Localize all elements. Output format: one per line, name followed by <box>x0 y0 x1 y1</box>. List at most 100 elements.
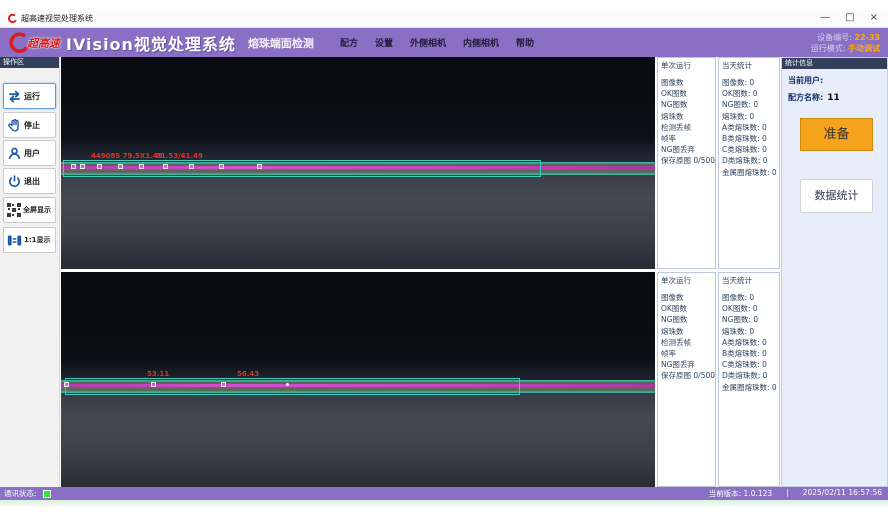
stat-row: NG图数: 0 <box>722 99 779 110</box>
bead-marker <box>139 164 144 169</box>
single-run-title: 单次运行 <box>661 275 715 286</box>
maximize-button[interactable]: □ <box>845 13 854 23</box>
stat-row: 熔珠数 <box>661 111 715 122</box>
bead-dot-marker <box>286 383 289 386</box>
close-button[interactable]: × <box>870 13 878 23</box>
stat-row: NG图数: 0 <box>722 314 779 325</box>
user-button-label: 用户 <box>24 148 40 159</box>
bead-marker <box>151 382 156 387</box>
current-user-label: 当前用户: <box>788 75 823 86</box>
run-icon <box>7 89 22 104</box>
single-run-rows: 图像数OK图数NG图数熔珠数检测丢帧帧率NG图丢弃保存原图 0/500 <box>661 77 715 167</box>
measurement-annotation: 53.11 <box>147 370 169 378</box>
one-to-one-button[interactable]: 1:1显示 <box>3 227 56 253</box>
minimize-button[interactable]: — <box>820 13 830 23</box>
stat-row: OK图数 <box>661 88 715 99</box>
bead-marker <box>163 164 168 169</box>
version-text: 当前版本: 1.0.123 <box>709 488 773 499</box>
stat-row: NG图丢弃 <box>661 359 715 370</box>
window-bottom-edge <box>0 500 888 506</box>
stat-row: NG图数 <box>661 314 715 325</box>
today-stats-top: 当天统计 图像数: 0OK图数: 0NG图数: 0熔珠数: 0A类熔珠数: 0B… <box>718 57 780 269</box>
today-stats-rows: 图像数: 0OK图数: 0NG图数: 0熔珠数: 0A类熔珠数: 0B类熔珠数:… <box>722 292 779 393</box>
roi-rectangle <box>65 378 520 395</box>
run-mode-value: 手动调试 <box>848 44 880 53</box>
stat-row: 金属圈熔珠数: 0 <box>722 167 779 178</box>
stop-hand-icon <box>7 118 22 133</box>
power-icon <box>7 174 22 189</box>
stat-row: OK图数 <box>661 303 715 314</box>
stat-row: B类熔珠数: 0 <box>722 348 779 359</box>
brand-logo-text: 超高速 <box>27 35 60 51</box>
single-run-stats-top: 单次运行 图像数OK图数NG图数熔珠数检测丢帧帧率NG图丢弃保存原图 0/500 <box>657 57 716 269</box>
exit-button[interactable]: 退出 <box>3 168 56 194</box>
measurement-annotation: 31.53/41.49 <box>156 152 203 160</box>
status-bar: 通讯状态: 当前版本: 1.0.123 | 2025/02/11 16:57:5… <box>0 487 888 500</box>
window-titlebar: 超高速视觉处理系统 — □ × <box>0 9 888 28</box>
ready-button[interactable]: 准备 <box>800 118 873 151</box>
fullscreen-button[interactable]: 全屏显示 <box>3 197 56 223</box>
menu-item[interactable]: 内侧相机 <box>463 36 499 49</box>
stat-row: C类熔珠数: 0 <box>722 144 779 155</box>
bead-marker <box>97 164 102 169</box>
menu-item[interactable]: 帮助 <box>516 36 534 49</box>
bead-marker <box>118 164 123 169</box>
sidebar-title: 操作区 <box>0 57 59 68</box>
stat-row: 图像数 <box>661 77 715 88</box>
exit-button-label: 退出 <box>24 176 40 187</box>
fullscreen-icon <box>7 203 21 217</box>
stat-row: 图像数: 0 <box>722 77 779 88</box>
measurement-annotation: 56.43 <box>237 370 259 378</box>
today-stats-title: 当天统计 <box>722 275 779 286</box>
comm-status-indicator <box>43 490 51 498</box>
run-button-label: 运行 <box>24 91 40 102</box>
stat-row: C类熔珠数: 0 <box>722 359 779 370</box>
camera-view-outer[interactable]: 449085 79.5X1.49 31.53/41.49 <box>61 57 655 269</box>
today-stats-rows: 图像数: 0OK图数: 0NG图数: 0熔珠数: 0A类熔珠数: 0B类熔珠数:… <box>722 77 779 178</box>
menu-item[interactable]: 外侧相机 <box>410 36 446 49</box>
bead-marker <box>189 164 194 169</box>
window-title: 超高速视觉处理系统 <box>21 13 93 24</box>
fullscreen-button-label: 全屏显示 <box>23 205 51 215</box>
recipe-name-value: 11 <box>827 93 840 103</box>
datetime-text: 2025/02/11 16:57:56 <box>803 488 882 499</box>
one-to-one-icon <box>7 233 22 248</box>
stat-row: 检测丢帧 <box>661 337 715 348</box>
statistics-info-panel: 统计信息 当前用户: 配方名称: 11 准备 数据统计 <box>781 57 888 487</box>
device-number-value: 22-33 <box>854 33 880 42</box>
menu-item[interactable]: 设置 <box>375 36 393 49</box>
stat-row: 熔珠数: 0 <box>722 326 779 337</box>
user-button[interactable]: 用户 <box>3 140 56 166</box>
app-subtitle: 熔珠端面检测 <box>248 35 314 51</box>
device-number-label: 设备编号: <box>817 33 852 42</box>
stat-row: 金属圈熔珠数: 0 <box>722 382 779 393</box>
one-to-one-button-label: 1:1显示 <box>24 235 51 245</box>
stat-row: 帧率 <box>661 348 715 359</box>
roi-rectangle <box>63 160 541 177</box>
app-logo-icon <box>7 13 17 24</box>
stat-row: NG图丢弃 <box>661 144 715 155</box>
stat-row: A类熔珠数: 0 <box>722 122 779 133</box>
app-title: IVision视觉处理系统 <box>66 31 236 55</box>
user-icon <box>7 146 22 161</box>
stat-row: 熔珠数 <box>661 326 715 337</box>
info-panel-title: 统计信息 <box>782 58 887 69</box>
data-statistics-button[interactable]: 数据统计 <box>800 179 873 213</box>
stat-row: 帧率 <box>661 133 715 144</box>
run-button[interactable]: 运行 <box>3 83 56 109</box>
stat-row: OK图数: 0 <box>722 303 779 314</box>
stat-row: NG图数 <box>661 99 715 110</box>
device-info: 设备编号: 22-33 运行模式: 手动调试 <box>811 32 880 54</box>
run-mode-label: 运行模式: <box>811 44 846 53</box>
bead-marker <box>257 164 262 169</box>
bead-marker <box>80 164 85 169</box>
measurement-annotation: 449085 79.5X1.49 <box>91 152 163 160</box>
camera-view-inner[interactable]: 53.11 56.43 <box>61 272 655 487</box>
stop-button[interactable]: 停止 <box>3 112 56 138</box>
bead-marker <box>71 164 76 169</box>
app-header: 超高速 IVision视觉处理系统 熔珠端面检测 配方设置外侧相机内侧相机帮助 … <box>0 28 888 57</box>
main-menu: 配方 设置 外侧相机 内侧相机 帮助 <box>340 36 534 49</box>
menu-item[interactable]: 配方 <box>340 36 358 49</box>
single-run-stats-bottom: 单次运行 图像数OK图数NG图数熔珠数检测丢帧帧率NG图丢弃保存原图 0/500 <box>657 272 716 487</box>
stat-row: 保存原图 0/500 <box>661 155 715 166</box>
